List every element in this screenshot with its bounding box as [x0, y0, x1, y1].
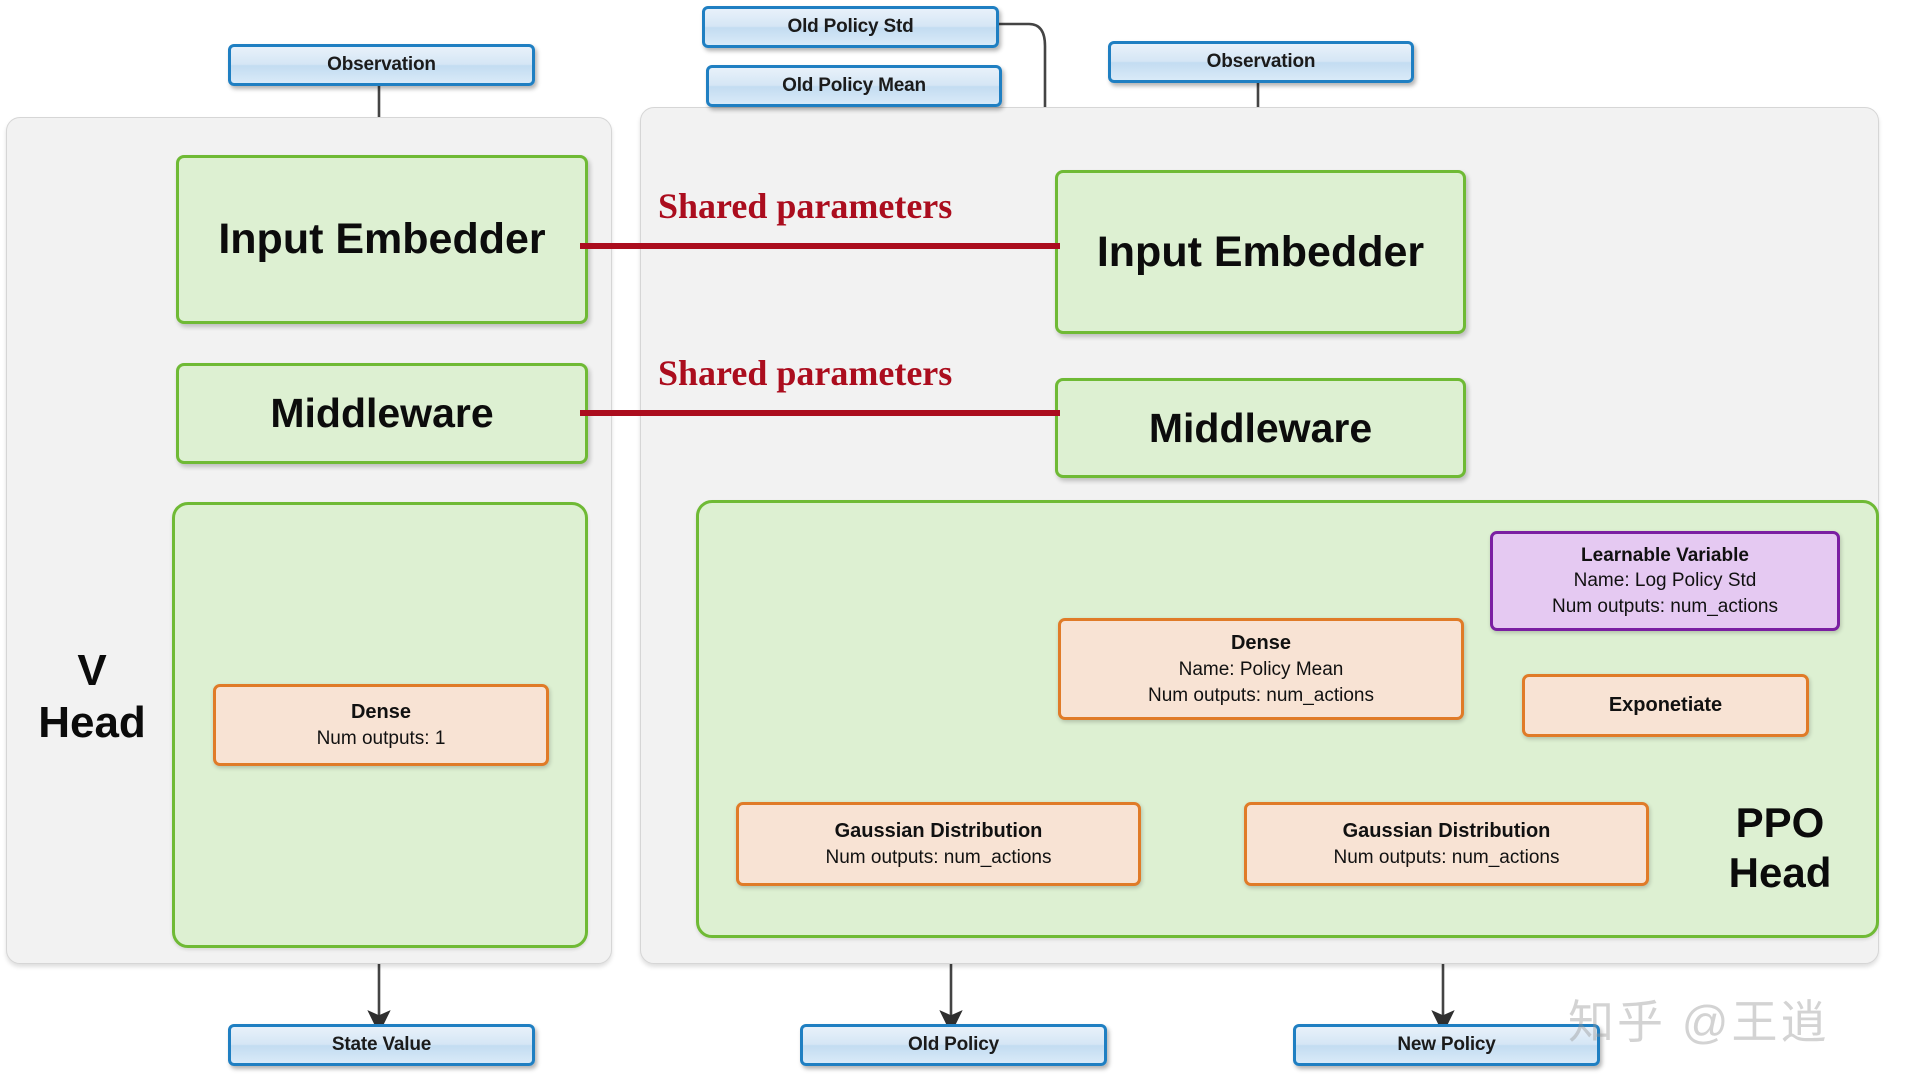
- watermark: 知乎 @王逍: [1568, 986, 1829, 1052]
- dense-policy-mean-name: Name: Policy Mean: [1178, 658, 1344, 680]
- gaussian-old-box[interactable]: Gaussian Distribution Num outputs: num_a…: [736, 802, 1141, 886]
- new-policy-label: New Policy: [1397, 1034, 1496, 1055]
- gaussian-new-outputs: Num outputs: num_actions: [1333, 846, 1560, 868]
- observation-right-label: Observation: [1206, 51, 1316, 72]
- new-policy-box[interactable]: New Policy: [1293, 1024, 1600, 1066]
- exponetiate-box[interactable]: Exponetiate: [1522, 674, 1809, 737]
- input-embedder-v-box[interactable]: Input Embedder: [176, 155, 588, 324]
- state-value-label: State Value: [331, 1034, 432, 1055]
- input-embedder-v-label: Input Embedder: [218, 215, 546, 263]
- gaussian-new-box[interactable]: Gaussian Distribution Num outputs: num_a…: [1244, 802, 1649, 886]
- shared-parameters-text-1: Shared parameters: [658, 186, 953, 226]
- learnable-variable-box[interactable]: Learnable Variable Name: Log Policy Std …: [1490, 531, 1840, 631]
- old-policy-std-box[interactable]: Old Policy Std: [702, 6, 999, 48]
- old-policy-box[interactable]: Old Policy: [800, 1024, 1107, 1066]
- gaussian-old-outputs: Num outputs: num_actions: [825, 846, 1052, 868]
- dense-policy-mean-title: Dense: [1230, 631, 1292, 654]
- dense-policy-mean-outputs: Num outputs: num_actions: [1147, 684, 1374, 706]
- ppo-head-label-line2: Head: [1728, 848, 1832, 896]
- middleware-ppo-box[interactable]: Middleware: [1055, 378, 1466, 478]
- middleware-v-label: Middleware: [270, 390, 494, 436]
- v-head-label-line1: V: [77, 646, 107, 695]
- dense-v-outputs: Num outputs: 1: [316, 727, 446, 749]
- old-policy-std-label: Old Policy Std: [787, 16, 914, 37]
- observation-right-box[interactable]: Observation: [1108, 41, 1414, 83]
- old-policy-mean-box[interactable]: Old Policy Mean: [706, 65, 1002, 107]
- learnable-variable-title: Learnable Variable: [1581, 544, 1749, 566]
- shared-parameters-label-2: Shared parameters: [658, 352, 952, 394]
- middleware-ppo-label: Middleware: [1148, 404, 1373, 451]
- ppo-head-label-line1: PPO: [1735, 799, 1825, 846]
- middleware-v-box[interactable]: Middleware: [176, 363, 588, 464]
- state-value-box[interactable]: State Value: [228, 1024, 535, 1066]
- old-policy-mean-label: Old Policy Mean: [782, 75, 926, 96]
- input-embedder-ppo-label: Input Embedder: [1096, 227, 1425, 276]
- exponetiate-title: Exponetiate: [1608, 694, 1723, 716]
- input-embedder-ppo-box[interactable]: Input Embedder: [1055, 170, 1466, 334]
- shared-parameters-text-2: Shared parameters: [658, 353, 953, 393]
- shared-parameters-label-1: Shared parameters: [658, 185, 952, 227]
- dense-v-box[interactable]: Dense Num outputs: 1: [213, 684, 549, 766]
- observation-left-box[interactable]: Observation: [228, 44, 535, 86]
- shared-parameters-line-2: [580, 410, 1060, 416]
- shared-parameters-line-1: [580, 243, 1060, 249]
- v-head-label: V Head: [22, 645, 162, 749]
- ppo-head-label: PPO Head: [1680, 798, 1880, 897]
- gaussian-old-title: Gaussian Distribution: [834, 819, 1043, 842]
- learnable-variable-name: Name: Log Policy Std: [1573, 570, 1757, 592]
- diagram-canvas: V Head Observation Input Embedder Middle…: [0, 0, 1920, 1080]
- watermark-text: 知乎 @王逍: [1568, 996, 1830, 1048]
- learnable-variable-outputs: Num outputs: num_actions: [1551, 595, 1778, 617]
- v-head-label-line2: Head: [38, 697, 146, 747]
- gaussian-new-title: Gaussian Distribution: [1342, 819, 1551, 842]
- dense-policy-mean-box[interactable]: Dense Name: Policy Mean Num outputs: num…: [1058, 618, 1464, 720]
- old-policy-label: Old Policy: [908, 1034, 999, 1055]
- dense-v-title: Dense: [350, 700, 412, 723]
- observation-left-label: Observation: [327, 54, 436, 75]
